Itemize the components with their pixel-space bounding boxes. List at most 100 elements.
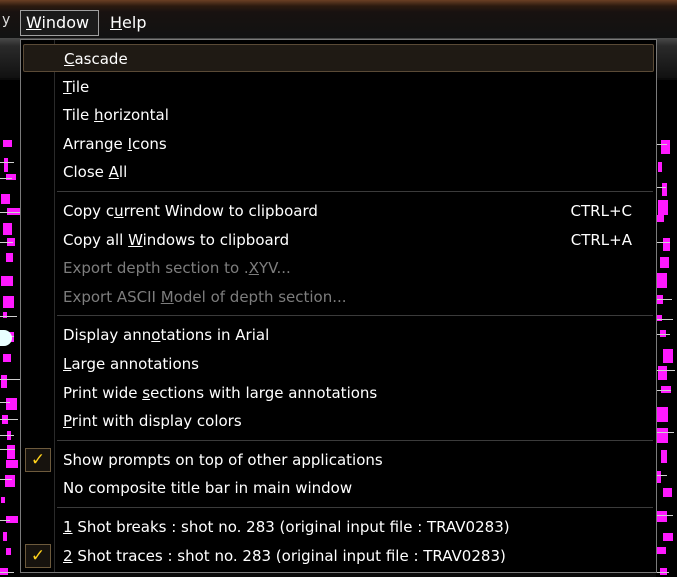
background-trace-line: [0, 316, 17, 317]
menu-item-mnemonic: T: [63, 78, 72, 96]
background-trace-mark: [657, 407, 668, 422]
menu-item-mnemonic: s: [142, 384, 151, 402]
menu-separator: [57, 191, 653, 192]
background-trace-mark: [657, 547, 666, 554]
menu-item-tile-horizontal[interactable]: Tile horizontal: [23, 101, 654, 129]
menu-item-label-text: arge annotations: [71, 355, 199, 373]
menu-item-label-text: Copy all: [63, 231, 129, 249]
background-trace-line: [0, 162, 14, 163]
menu-item-window-2-shot-traces[interactable]: ✓ 2 Shot traces : shot no. 283 (original …: [23, 542, 654, 570]
background-trace-mark: [1, 194, 10, 204]
background-trace-mark: [661, 450, 667, 463]
background-trace-strip-left: [0, 80, 20, 577]
menu-help[interactable]: Help: [104, 10, 154, 36]
menu-item-label: Copy all Windows to clipboard: [63, 226, 289, 254]
background-trace-line: [656, 515, 673, 516]
menu-item-label: Copy current Window to clipboard: [63, 197, 318, 225]
menu-item-label-text: Export ASCII: [63, 288, 161, 306]
menu-bar-partial-item[interactable]: y: [2, 12, 10, 28]
background-trace-mark: [663, 533, 673, 541]
menu-separator: [57, 315, 653, 317]
menu-item-arrange-icons[interactable]: Arrange Icons: [23, 130, 654, 158]
menu-item-label: Cascade: [64, 45, 128, 73]
menu-item-tile[interactable]: Tile: [23, 73, 654, 101]
background-trace-mark: [656, 428, 668, 443]
background-trace-line: [656, 187, 666, 188]
menu-item-label: Display annotations in Arial: [63, 321, 269, 349]
menu-item-label: Large annotations: [63, 350, 199, 378]
menu-item-copy-all-windows[interactable]: Copy all Windows to clipboard CTRL+A: [23, 226, 654, 254]
menu-item-label-text: rint with display colors: [71, 412, 242, 430]
menu-item-close-all[interactable]: Close All: [23, 158, 654, 186]
menu-item-no-composite-title-bar[interactable]: No composite title bar in main window: [23, 474, 654, 502]
menu-item-mnemonic: M: [160, 288, 174, 306]
background-trace-line: [0, 212, 20, 213]
background-trace-mark: [1, 497, 5, 503]
menu-help-label: elp: [122, 13, 147, 32]
background-trace-mark: [6, 253, 13, 262]
menu-item-label-text: ll: [118, 163, 128, 181]
background-trace-mark: [6, 548, 11, 555]
background-trace-line: [0, 379, 20, 380]
menu-item-label-text: indows to clipboard: [142, 231, 290, 249]
background-trace-mark: [5, 475, 15, 487]
menu-separator: [57, 507, 653, 508]
background-trace-line: [0, 449, 15, 450]
background-trace-mark: [658, 366, 667, 380]
menu-item-mnemonic: W: [128, 231, 143, 249]
menu-item-label: No composite title bar in main window: [63, 474, 352, 502]
menu-item-copy-current-window[interactable]: Copy current Window to clipboard CTRL+C: [23, 197, 654, 225]
background-trace-line: [656, 242, 670, 243]
background-trace-line: [0, 479, 12, 480]
menu-window-mnemonic: W: [26, 13, 42, 32]
menu-separator: [57, 439, 653, 441]
menu-item-mnemonic: 2: [63, 547, 73, 565]
menu-item-label-text: tations in Arial: [160, 326, 270, 344]
menu-item-label-text: Shot breaks : shot no. 283 (original inp…: [72, 518, 510, 536]
background-trace-line: [656, 319, 673, 320]
menu-item-label-text: Copy c: [63, 202, 115, 220]
background-trace-mark: [4, 158, 8, 172]
menu-item-large-annotations[interactable]: Large annotations: [23, 350, 654, 378]
menu-item-label: Show prompts on top of other application…: [63, 446, 383, 474]
background-trace-mark: [656, 511, 667, 522]
menu-item-mnemonic: u: [114, 202, 124, 220]
menu-item-label-text: ile: [71, 78, 90, 96]
menu-item-cascade[interactable]: Cascade: [23, 44, 654, 72]
menu-item-label: Export ASCII Model of depth section...: [63, 283, 347, 311]
background-trace-mark: [6, 174, 16, 180]
menu-item-label-text: rrent Window to clipboard: [123, 202, 318, 220]
menu-help-mnemonic: H: [110, 13, 123, 32]
menu-item-label-text: Export depth section to .: [63, 259, 249, 277]
menu-item-label-text: cons: [132, 135, 167, 153]
background-trace-mark: [661, 140, 670, 154]
menu-bar: y Window Help: [0, 0, 677, 39]
menu-window[interactable]: Window: [20, 10, 99, 36]
menu-item-label: Print wide sections with large annotatio…: [63, 379, 377, 407]
background-trace-line: [656, 334, 670, 335]
menu-item-export-depth-section: Export depth section to .XYV...: [23, 254, 654, 282]
menu-item-label-text: ections with large annotations: [150, 384, 378, 402]
background-trace-mark: [660, 257, 669, 268]
menu-item-label: Tile: [63, 73, 89, 101]
background-trace-line: [656, 390, 671, 391]
background-trace-mark: [3, 223, 12, 235]
background-trace-mark: [663, 488, 672, 497]
background-trace-mark: [657, 471, 661, 483]
menu-item-print-wide-sections[interactable]: Print wide sections with large annotatio…: [23, 379, 654, 407]
background-trace-mark: [3, 532, 7, 541]
background-trace-mark: [3, 296, 14, 308]
menu-item-label: Export depth section to .XYV...: [63, 254, 291, 282]
background-trace-mark: [6, 398, 17, 410]
background-trace-mark: [3, 140, 12, 147]
menu-item-display-annotations-arial[interactable]: Display annotations in Arial: [23, 321, 654, 349]
menu-item-shortcut: CTRL+C: [570, 202, 632, 220]
menu-item-show-prompts-on-top[interactable]: ✓ Show prompts on top of other applicatio…: [23, 446, 654, 474]
background-trace-line: [0, 242, 13, 243]
menu-item-print-display-colors[interactable]: Print with display colors: [23, 407, 654, 435]
menu-item-label-text: Close: [63, 163, 109, 181]
background-trace-mark: [663, 238, 670, 251]
menu-item-label: Print with display colors: [63, 407, 242, 435]
menu-item-window-1-shot-breaks[interactable]: 1 Shot breaks : shot no. 283 (original i…: [23, 513, 654, 541]
background-trace-mark: [662, 183, 667, 196]
